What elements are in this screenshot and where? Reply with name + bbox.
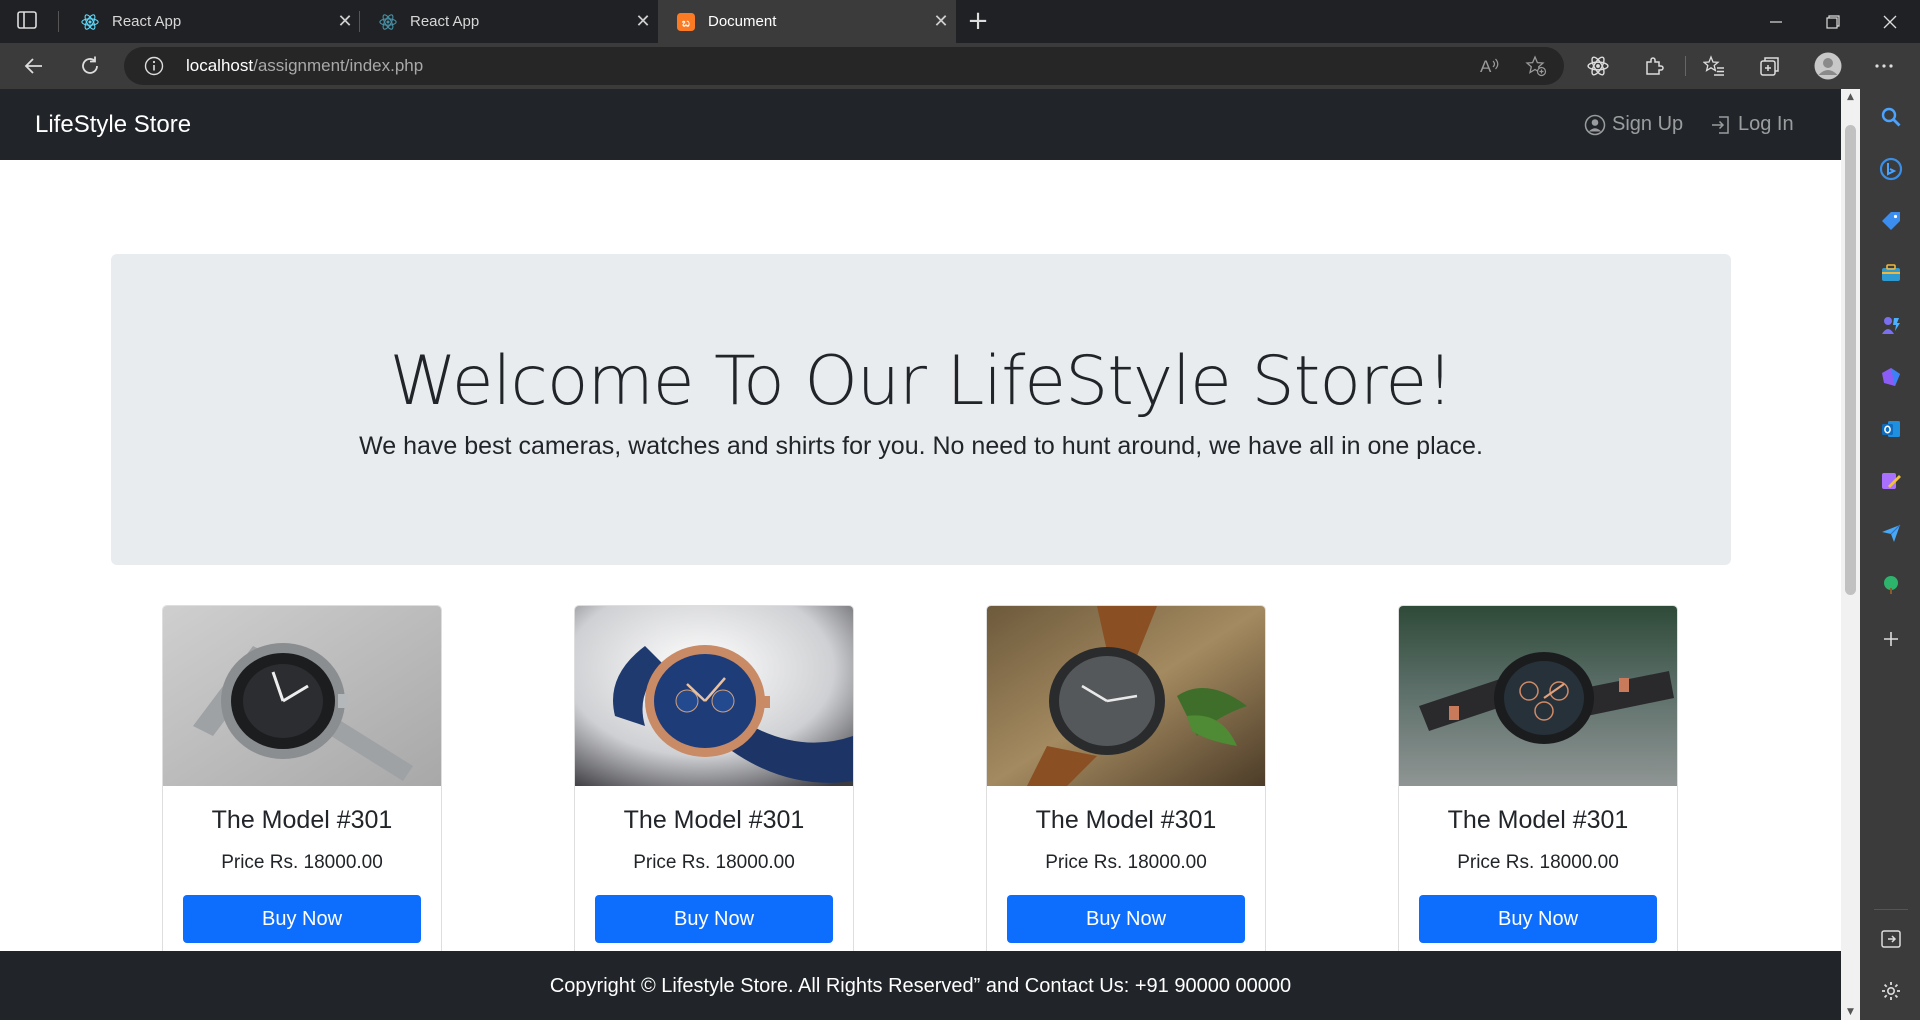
url-path: /assignment/index.php <box>253 56 424 75</box>
hide-sidebar-icon[interactable] <box>1878 926 1904 952</box>
url-host: localhost <box>186 56 254 75</box>
tab-document[interactable]: ಬ Document ✕ <box>658 0 956 43</box>
restore-button[interactable] <box>1805 0 1861 43</box>
designer-icon[interactable] <box>1878 468 1904 494</box>
edge-sidebar <box>1860 89 1920 1020</box>
refresh-button[interactable] <box>74 50 106 82</box>
blue-leather-rose-gold-watch-image[interactable] <box>575 606 853 786</box>
bing-chat-icon[interactable] <box>1878 156 1904 182</box>
react-icon <box>378 12 398 32</box>
tab-separator <box>58 11 59 32</box>
extensions-icon[interactable] <box>1638 50 1670 82</box>
xampp-icon: ಬ <box>676 12 696 32</box>
collections-icon[interactable] <box>1754 50 1786 82</box>
tab-close-icon[interactable]: ✕ <box>330 11 360 32</box>
svg-text:A: A <box>1480 57 1492 76</box>
add-sidebar-app-icon[interactable] <box>1878 626 1904 652</box>
chronograph-rose-gold-watch-image[interactable] <box>1399 606 1677 786</box>
product-price: Price Rs. 18000.00 <box>633 852 795 873</box>
react-devtools-icon[interactable] <box>1582 50 1614 82</box>
buy-now-button[interactable]: Buy Now <box>595 895 833 943</box>
black-dial-brown-strap-watch-image[interactable] <box>987 606 1265 786</box>
url-text[interactable]: localhost/assignment/index.php <box>186 56 423 76</box>
signup-label: Sign Up <box>1612 113 1684 135</box>
site-navbar: LifeStyle Store Sign Up Log In <box>0 89 1841 160</box>
back-button[interactable] <box>18 50 50 82</box>
browser-toolbar: localhost/assignment/index.php A <box>0 43 1920 89</box>
hero-lead: We have best cameras, watches and shirts… <box>359 432 1483 460</box>
browser-tabstrip: React App ✕ React App ✕ ಬ Document ✕ + <box>0 0 1920 43</box>
scroll-down-arrow-icon[interactable]: ▼ <box>1841 1004 1860 1020</box>
tree-icon[interactable] <box>1878 572 1904 598</box>
address-bar[interactable]: localhost/assignment/index.php A <box>124 47 1564 85</box>
hero-title: Welcome To Our LifeStyle Store! <box>389 342 1453 421</box>
send-icon[interactable] <box>1878 520 1904 546</box>
tab-react-app-1[interactable]: React App ✕ <box>62 0 360 43</box>
favorites-icon[interactable] <box>1698 50 1730 82</box>
buy-now-button[interactable]: Buy Now <box>1007 895 1245 943</box>
close-window-button[interactable] <box>1862 0 1918 43</box>
tab-close-icon[interactable]: ✕ <box>926 11 956 32</box>
page-scrollbar[interactable]: ▲ ▼ <box>1841 89 1860 1020</box>
info-icon[interactable] <box>144 56 164 76</box>
copilot-icon[interactable] <box>1878 364 1904 390</box>
sidebar-divider <box>1874 909 1908 910</box>
user-circle-icon <box>1584 114 1606 135</box>
site-footer: Copyright © Lifestyle Store. All Rights … <box>0 951 1841 1020</box>
login-icon <box>1712 115 1729 134</box>
buy-now-button[interactable]: Buy Now <box>183 895 421 943</box>
tab-close-icon[interactable]: ✕ <box>628 11 658 32</box>
product-title: The Model #301 <box>1035 806 1217 834</box>
svg-text:ಬ: ಬ <box>682 15 690 29</box>
scroll-up-arrow-icon[interactable]: ▲ <box>1841 89 1860 105</box>
tools-briefcase-icon[interactable] <box>1878 260 1904 286</box>
silver-steel-watch-image[interactable] <box>163 606 441 786</box>
tab-actions-icon[interactable] <box>16 10 40 32</box>
tab-title: React App <box>112 13 182 30</box>
tab-react-app-2[interactable]: React App ✕ <box>360 0 658 43</box>
tab-title: Document <box>708 13 777 30</box>
brand-link[interactable]: LifeStyle Store <box>35 111 191 139</box>
add-favorite-icon[interactable] <box>1524 54 1548 78</box>
page-viewport: LifeStyle Store Sign Up Log In Welcome T… <box>0 89 1841 1020</box>
toolbar-separator <box>1685 56 1686 76</box>
product-price: Price Rs. 18000.00 <box>1045 852 1207 873</box>
hero-banner: Welcome To Our LifeStyle Store! We have … <box>111 254 1731 565</box>
react-icon <box>80 12 100 32</box>
product-title: The Model #301 <box>623 806 805 834</box>
games-icon[interactable] <box>1878 312 1904 338</box>
search-icon[interactable] <box>1878 104 1904 130</box>
outlook-icon[interactable] <box>1878 416 1904 442</box>
new-tab-button[interactable]: + <box>962 6 994 38</box>
login-link[interactable]: Log In <box>1710 113 1794 136</box>
product-title: The Model #301 <box>1447 806 1629 834</box>
buy-now-button[interactable]: Buy Now <box>1419 895 1657 943</box>
product-price: Price Rs. 18000.00 <box>221 852 383 873</box>
tab-title: React App <box>410 13 480 30</box>
product-price: Price Rs. 18000.00 <box>1457 852 1619 873</box>
scroll-thumb[interactable] <box>1845 125 1856 595</box>
more-options-icon[interactable] <box>1868 50 1900 82</box>
signup-link[interactable]: Sign Up <box>1584 113 1683 136</box>
login-label: Log In <box>1738 113 1794 135</box>
footer-copyright: Copyright © Lifestyle Store. All Rights … <box>549 975 1292 997</box>
product-title: The Model #301 <box>211 806 393 834</box>
settings-gear-icon[interactable] <box>1878 978 1904 1004</box>
profile-avatar[interactable] <box>1812 50 1844 82</box>
shopping-tag-icon[interactable] <box>1878 208 1904 234</box>
minimize-button[interactable] <box>1748 0 1804 43</box>
read-aloud-icon[interactable]: A <box>1478 54 1502 78</box>
